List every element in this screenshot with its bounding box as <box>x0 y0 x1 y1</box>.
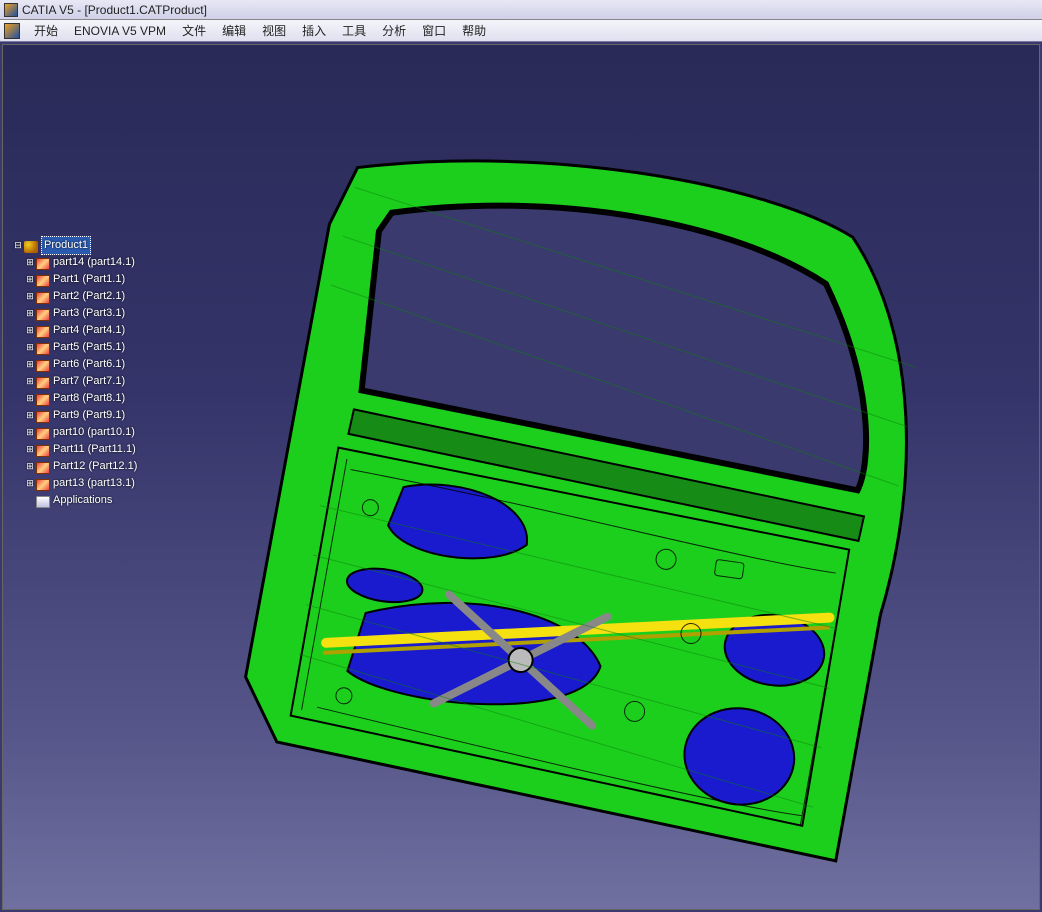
expand-icon[interactable]: ⊞ <box>25 288 35 305</box>
expand-icon[interactable]: ⊞ <box>25 424 35 441</box>
menu-window[interactable]: 窗口 <box>414 20 454 41</box>
expand-icon[interactable]: ⊞ <box>25 322 35 339</box>
menu-enovia[interactable]: ENOVIA V5 VPM <box>66 22 174 40</box>
tree-item-label[interactable]: Part9 (Part9.1) <box>53 407 125 424</box>
window-title: CATIA V5 - [Product1.CATProduct] <box>22 3 207 17</box>
tree-item[interactable]: ⊞ Part1 (Part1.1) <box>13 271 137 288</box>
part-icon <box>36 462 50 474</box>
tree-item[interactable]: ⊞ part10 (part10.1) <box>13 424 137 441</box>
tree-item-label[interactable]: part14 (part14.1) <box>53 254 135 271</box>
expand-icon[interactable]: ⊞ <box>25 373 35 390</box>
part-icon <box>36 360 50 372</box>
tree-item[interactable]: ⊞ Part5 (Part5.1) <box>13 339 137 356</box>
expand-icon[interactable]: ⊞ <box>25 271 35 288</box>
menu-view[interactable]: 视图 <box>254 20 294 41</box>
car-door-model[interactable] <box>253 145 953 865</box>
document-icon <box>4 23 20 39</box>
tree-item-label[interactable]: Part7 (Part7.1) <box>53 373 125 390</box>
tree-item-label[interactable]: part10 (part10.1) <box>53 424 135 441</box>
catia-app-icon <box>4 3 18 17</box>
menu-tools[interactable]: 工具 <box>334 20 374 41</box>
tree-item[interactable]: ⊞ Part12 (Part12.1) <box>13 458 137 475</box>
part-icon <box>36 309 50 321</box>
part-icon <box>36 479 50 491</box>
menu-start[interactable]: 开始 <box>26 20 66 41</box>
expand-icon[interactable]: ⊞ <box>25 254 35 271</box>
part-icon <box>36 343 50 355</box>
titlebar: CATIA V5 - [Product1.CATProduct] <box>0 0 1042 20</box>
part-icon <box>36 377 50 389</box>
tree-item-label[interactable]: Part8 (Part8.1) <box>53 390 125 407</box>
tree-item-label[interactable]: Part11 (Part11.1) <box>53 441 136 458</box>
viewport-3d[interactable]: ⊟ Product1 ⊞ part14 (part14.1) ⊞ Part1 (… <box>2 44 1040 910</box>
tree-item-label[interactable]: Part2 (Part2.1) <box>53 288 125 305</box>
tree-item[interactable]: ⊞ Part9 (Part9.1) <box>13 407 137 424</box>
model-svg <box>253 145 953 865</box>
tree-item[interactable]: ⊞ Part6 (Part6.1) <box>13 356 137 373</box>
part-icon <box>36 275 50 287</box>
tree-applications[interactable]: Applications <box>13 492 137 509</box>
menu-analysis[interactable]: 分析 <box>374 20 414 41</box>
menu-file[interactable]: 文件 <box>174 20 214 41</box>
part-icon <box>36 258 50 270</box>
menu-insert[interactable]: 插入 <box>294 20 334 41</box>
tree-item[interactable]: ⊞ Part3 (Part3.1) <box>13 305 137 322</box>
tree-item[interactable]: ⊞ Part8 (Part8.1) <box>13 390 137 407</box>
expand-icon <box>25 492 35 509</box>
expand-icon[interactable]: ⊟ <box>13 237 23 254</box>
part-icon <box>36 445 50 457</box>
part-icon <box>36 326 50 338</box>
expand-icon[interactable]: ⊞ <box>25 475 35 492</box>
tree-item-label[interactable]: Part3 (Part3.1) <box>53 305 125 322</box>
tree-root-label[interactable]: Product1 <box>41 236 91 255</box>
part-icon <box>36 428 50 440</box>
menu-help[interactable]: 帮助 <box>454 20 494 41</box>
expand-icon[interactable]: ⊞ <box>25 305 35 322</box>
applications-icon <box>36 496 50 508</box>
expand-icon[interactable]: ⊞ <box>25 407 35 424</box>
part-icon <box>36 394 50 406</box>
specification-tree[interactable]: ⊟ Product1 ⊞ part14 (part14.1) ⊞ Part1 (… <box>13 237 137 509</box>
tree-item-label[interactable]: part13 (part13.1) <box>53 475 135 492</box>
part-icon <box>36 411 50 423</box>
tree-item[interactable]: ⊞ part14 (part14.1) <box>13 254 137 271</box>
tree-item-label[interactable]: Part6 (Part6.1) <box>53 356 125 373</box>
expand-icon[interactable]: ⊞ <box>25 356 35 373</box>
tree-item[interactable]: ⊞ Part2 (Part2.1) <box>13 288 137 305</box>
tree-item[interactable]: ⊞ Part7 (Part7.1) <box>13 373 137 390</box>
expand-icon[interactable]: ⊞ <box>25 339 35 356</box>
expand-icon[interactable]: ⊞ <box>25 441 35 458</box>
tree-item-label[interactable]: Part1 (Part1.1) <box>53 271 125 288</box>
tree-item[interactable]: ⊞ part13 (part13.1) <box>13 475 137 492</box>
tree-applications-label[interactable]: Applications <box>53 492 112 509</box>
part-icon <box>36 292 50 304</box>
tree-item-label[interactable]: Part12 (Part12.1) <box>53 458 137 475</box>
expand-icon[interactable]: ⊞ <box>25 458 35 475</box>
tree-root[interactable]: ⊟ Product1 <box>13 237 137 254</box>
tree-item[interactable]: ⊞ Part4 (Part4.1) <box>13 322 137 339</box>
menu-edit[interactable]: 编辑 <box>214 20 254 41</box>
tree-item-label[interactable]: Part5 (Part5.1) <box>53 339 125 356</box>
product-icon <box>24 241 38 253</box>
tree-item-label[interactable]: Part4 (Part4.1) <box>53 322 125 339</box>
expand-icon[interactable]: ⊞ <box>25 390 35 407</box>
menubar: 开始 ENOVIA V5 VPM 文件 编辑 视图 插入 工具 分析 窗口 帮助 <box>0 20 1042 42</box>
tree-item[interactable]: ⊞ Part11 (Part11.1) <box>13 441 137 458</box>
